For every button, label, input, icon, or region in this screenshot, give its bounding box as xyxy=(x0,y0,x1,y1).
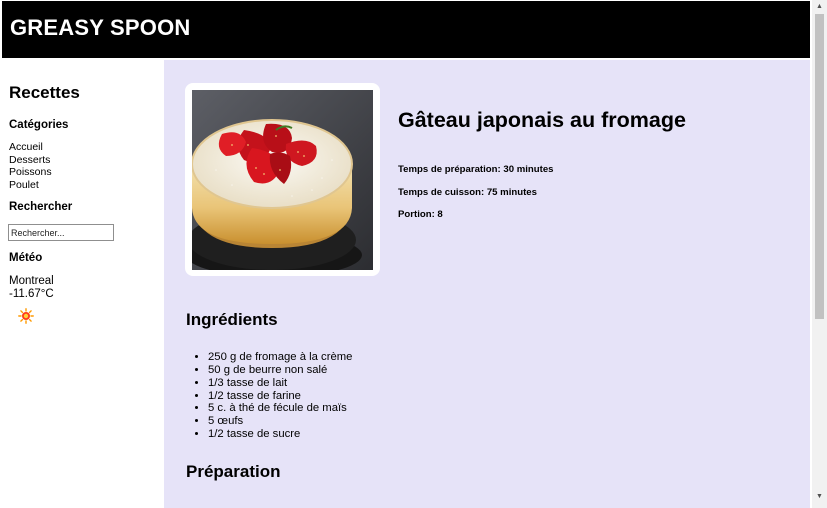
list-item: 250 g de fromage à la crème xyxy=(208,351,352,364)
category-link[interactable]: Accueil xyxy=(9,141,43,153)
category-item-poissons: Poissons xyxy=(9,166,52,179)
category-list: Accueil Desserts Poissons Poulet xyxy=(9,141,52,191)
search-input[interactable] xyxy=(8,224,114,241)
recipe-photo-frame xyxy=(185,83,380,276)
scroll-up-arrow-icon[interactable]: ▲ xyxy=(815,2,824,11)
list-item: 5 c. à thé de fécule de maïs xyxy=(208,402,352,415)
category-item-desserts: Desserts xyxy=(9,154,52,167)
prep-time: Temps de préparation: 30 minutes xyxy=(398,164,554,175)
preparation-heading: Préparation xyxy=(186,462,281,481)
weather-temperature: -11.67°C xyxy=(9,288,54,300)
sidebar: Recettes Catégories Accueil Desserts Poi… xyxy=(0,60,163,508)
weather-city: Montreal xyxy=(9,275,54,287)
site-header: GREASY SPOON xyxy=(2,1,810,58)
weather-heading: Météo xyxy=(9,252,43,264)
recipe-photo-cheesecake xyxy=(192,90,373,270)
category-item-accueil: Accueil xyxy=(9,141,52,154)
ingredients-heading: Ingrédients xyxy=(186,310,278,329)
servings: Portion: 8 xyxy=(398,209,443,220)
ingredients-list: 250 g de fromage à la crème 50 g de beur… xyxy=(208,351,352,441)
list-item: 5 œufs xyxy=(208,415,352,428)
recipe-content: Gâteau japonais au fromage Temps de prép… xyxy=(164,60,810,508)
sidebar-heading: Recettes xyxy=(9,83,80,102)
list-item: 50 g de beurre non salé xyxy=(208,364,352,377)
cook-time: Temps de cuisson: 75 minutes xyxy=(398,187,537,198)
category-link[interactable]: Poissons xyxy=(9,166,52,178)
category-link[interactable]: Poulet xyxy=(9,179,39,191)
site-title[interactable]: GREASY SPOON xyxy=(10,15,190,41)
scrollbar-thumb[interactable] xyxy=(815,14,824,319)
search-heading: Rechercher xyxy=(9,201,73,213)
recipe-title: Gâteau japonais au fromage xyxy=(398,108,686,132)
list-item: 1/3 tasse de lait xyxy=(208,377,352,390)
scroll-down-arrow-icon[interactable]: ▼ xyxy=(815,492,824,501)
list-item: 1/2 tasse de sucre xyxy=(208,428,352,441)
list-item: 1/2 tasse de farine xyxy=(208,390,352,403)
sun-icon xyxy=(18,308,34,324)
page-scrollbar[interactable]: ▲ ▼ xyxy=(812,0,827,508)
category-item-poulet: Poulet xyxy=(9,179,52,192)
category-link[interactable]: Desserts xyxy=(9,154,50,166)
categories-heading: Catégories xyxy=(9,119,69,131)
